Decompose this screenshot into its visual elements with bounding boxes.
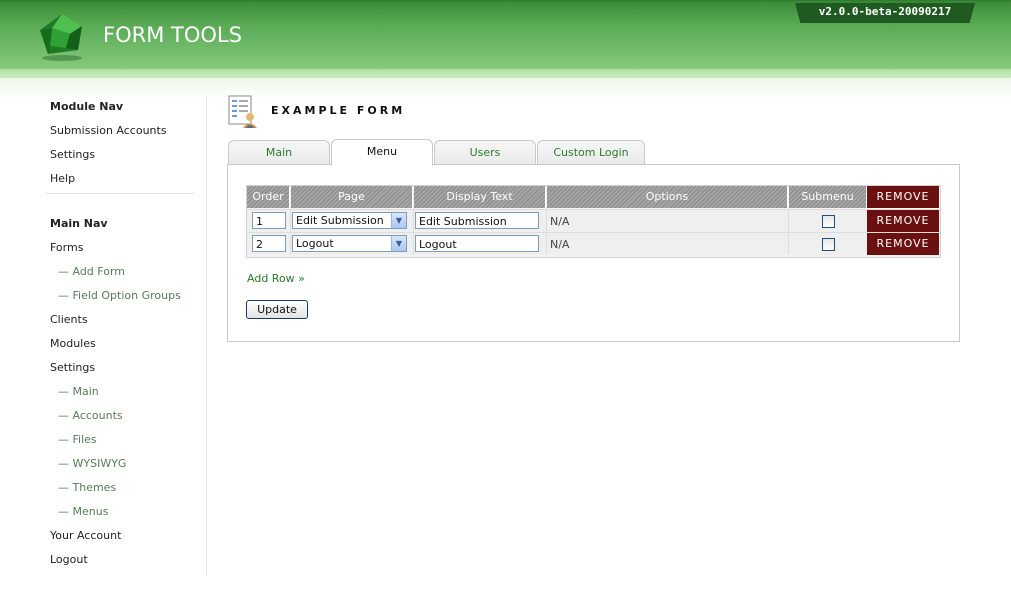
page-select-value: Logout: [296, 237, 334, 250]
tab-main[interactable]: Main: [228, 140, 330, 165]
column-divider: [788, 209, 789, 255]
header-order: Order: [247, 186, 290, 208]
nav-heading-module: Module Nav: [50, 100, 124, 113]
remove-button[interactable]: REMOVE: [867, 210, 939, 232]
column-divider: [413, 209, 414, 255]
nav-subitem[interactable]: — Add Form: [58, 265, 125, 278]
nav-subitem[interactable]: — WYSIWYG: [58, 457, 126, 470]
tab-users[interactable]: Users: [434, 140, 536, 165]
page-select[interactable]: Logout ▼: [292, 235, 407, 252]
chevron-down-icon: ▼: [391, 236, 406, 251]
tab-label: Menu: [366, 145, 398, 158]
nav-item[interactable]: Clients: [50, 313, 88, 326]
options-value: N/A: [550, 215, 570, 228]
submenu-checkbox[interactable]: [822, 215, 835, 228]
submenu-checkbox[interactable]: [822, 238, 835, 251]
tab-label: Custom Login: [553, 146, 629, 159]
nav-item[interactable]: Logout: [50, 553, 88, 566]
page-select-value: Edit Submission: [296, 214, 384, 227]
nav-item-module[interactable]: Help: [50, 172, 75, 185]
header-display-text: Display Text: [414, 186, 546, 208]
form-document-icon: [228, 95, 257, 128]
nav-subitem[interactable]: — Field Option Groups: [58, 289, 181, 302]
header-submenu: Submenu: [789, 186, 867, 208]
nav-subitem[interactable]: — Accounts: [58, 409, 123, 422]
nav-heading-main: Main Nav: [50, 217, 108, 230]
nav-item[interactable]: Settings: [50, 361, 95, 374]
nav-item-module[interactable]: Settings: [50, 148, 95, 161]
chevron-down-icon: ▼: [391, 213, 406, 228]
tab-label: Main: [265, 146, 293, 159]
column-divider: [546, 209, 547, 255]
order-input[interactable]: 2: [252, 235, 286, 252]
nav-subitem[interactable]: — Menus: [58, 505, 108, 518]
nav-subitem[interactable]: — Main: [58, 385, 99, 398]
tab-menu[interactable]: Menu: [331, 139, 433, 166]
nav-subitem[interactable]: — Files: [58, 433, 97, 446]
order-input[interactable]: 1: [252, 212, 286, 229]
display-text-input[interactable]: Logout: [415, 235, 539, 252]
update-button[interactable]: Update: [246, 300, 308, 319]
header-shadow: [0, 78, 1011, 100]
options-value: N/A: [550, 238, 570, 251]
nav-divider: [46, 193, 194, 194]
header-options: Options: [547, 186, 788, 208]
column-divider: [290, 209, 291, 255]
add-row-link[interactable]: Add Row »: [247, 272, 305, 285]
tab-label: Users: [469, 146, 501, 159]
app-title: FORM TOOLS: [103, 23, 242, 47]
remove-button[interactable]: REMOVE: [867, 233, 939, 255]
nav-item[interactable]: Your Account: [50, 529, 121, 542]
form-tools-logo-icon: [40, 14, 82, 61]
nav-item[interactable]: Modules: [50, 337, 96, 350]
nav-item-module[interactable]: Submission Accounts: [50, 124, 167, 137]
page-select[interactable]: Edit Submission ▼: [292, 212, 407, 229]
nav-item[interactable]: Forms: [50, 241, 83, 254]
header-page: Page: [291, 186, 413, 208]
tab-custom-login[interactable]: Custom Login: [537, 140, 645, 165]
header-remove: REMOVE: [867, 186, 940, 208]
display-text-input[interactable]: Edit Submission: [415, 212, 539, 229]
nav-separator: [206, 96, 207, 576]
version-badge: v2.0.0-beta-20090217: [795, 3, 975, 23]
nav-subitem[interactable]: — Themes: [58, 481, 116, 494]
page-title: EXAMPLE FORM: [271, 104, 406, 117]
